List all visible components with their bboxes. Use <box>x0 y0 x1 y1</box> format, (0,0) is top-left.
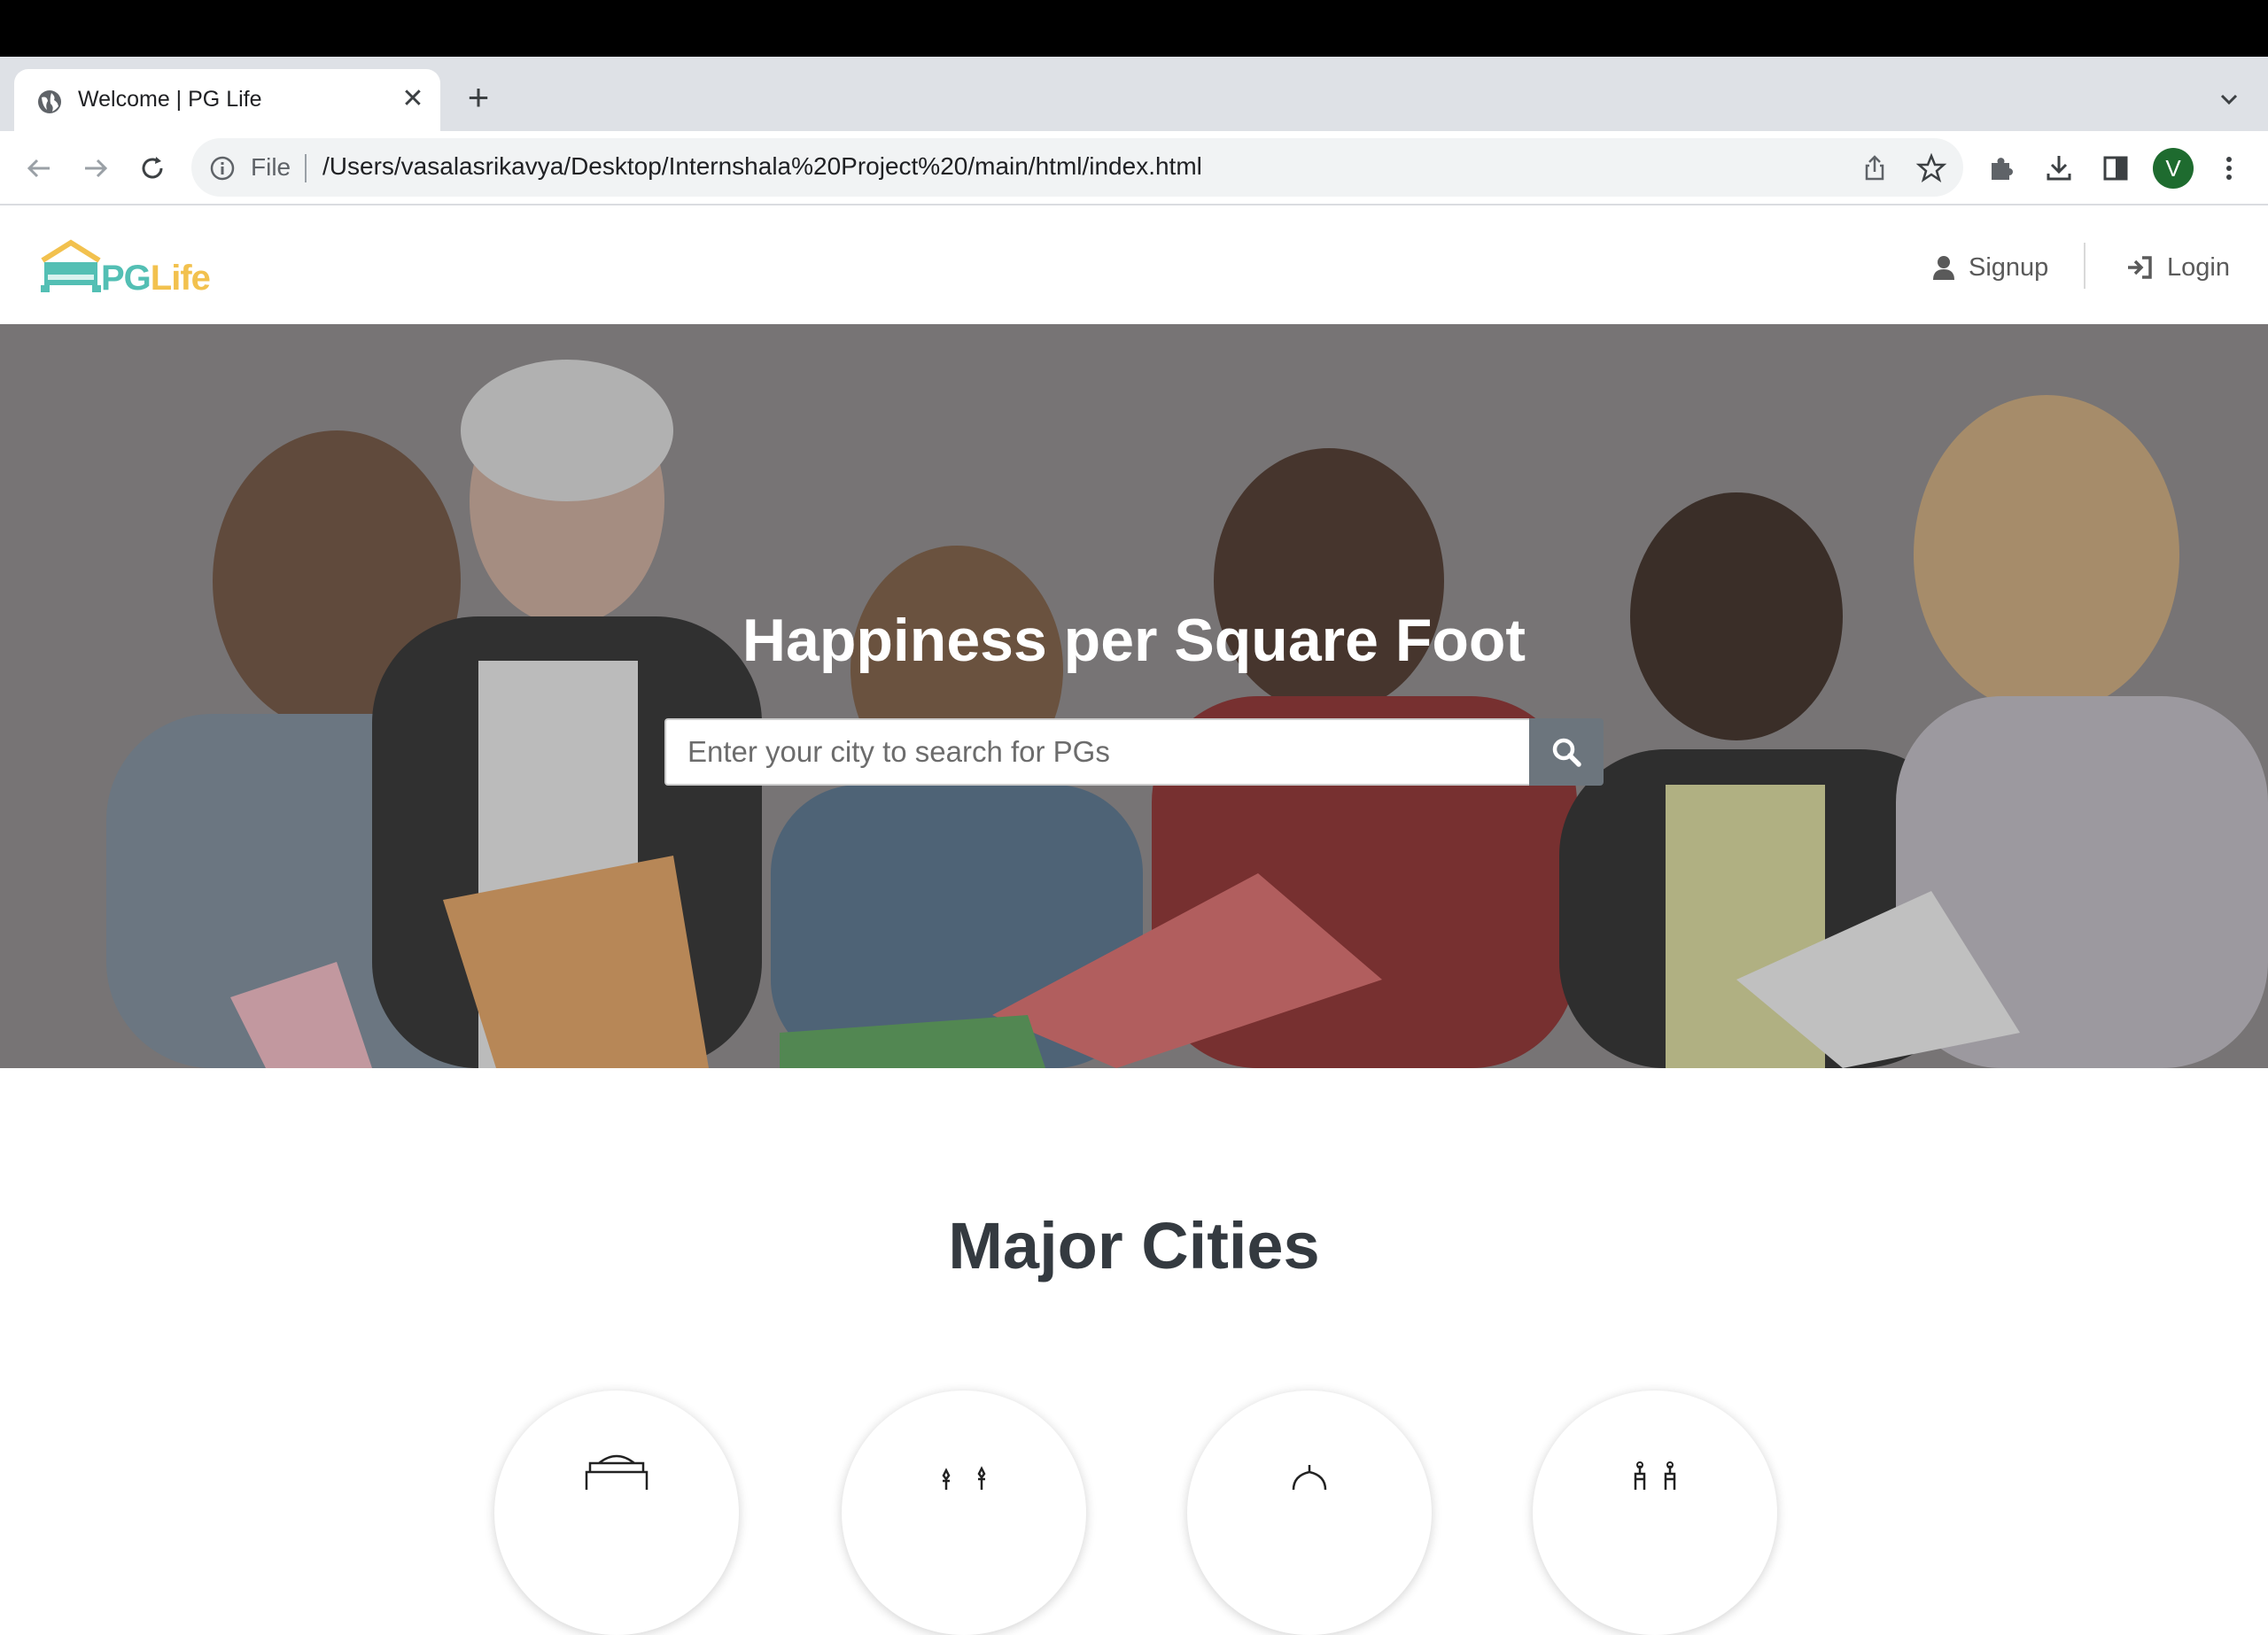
info-icon[interactable] <box>209 155 236 182</box>
search-icon <box>1552 738 1581 767</box>
sign-in-icon <box>2128 256 2152 279</box>
logo-wordmark[interactable]: PGLife <box>101 259 211 298</box>
city-card-delhi[interactable] <box>494 1391 739 1635</box>
tab-title: Welcome | PG Life <box>78 87 262 112</box>
header-divider <box>2084 243 2085 289</box>
back-arrow-icon[interactable] <box>21 151 57 186</box>
kebab-menu-icon[interactable] <box>2211 151 2247 186</box>
delhi-monument-icon <box>585 1454 649 1490</box>
bookmark-star-icon[interactable] <box>1914 151 1949 186</box>
city-card-hyderabad[interactable] <box>1533 1391 1777 1635</box>
search-button[interactable] <box>1529 718 1604 786</box>
new-tab-button[interactable]: + <box>462 79 494 116</box>
share-icon[interactable] <box>1857 151 1892 186</box>
city-card-bengaluru[interactable] <box>1187 1391 1432 1635</box>
os-top-bar <box>0 0 2268 57</box>
hero-overlay <box>0 324 2268 1068</box>
city-card-mumbai[interactable] <box>842 1391 1086 1635</box>
forward-arrow-icon[interactable] <box>78 151 113 186</box>
hyderabad-monument-icon <box>1634 1461 1676 1490</box>
url-text[interactable]: /Users/vasalasrikavya/Desktop/Internshal… <box>322 152 1202 181</box>
bengaluru-monument-icon <box>1292 1465 1327 1490</box>
browser-tab-strip: Welcome | PG Life ✕ <box>0 57 2268 131</box>
city-search-input[interactable] <box>664 718 1529 786</box>
signup-link[interactable]: Signup <box>1933 250 2048 285</box>
site-header <box>0 207 2268 324</box>
extensions-puzzle-icon[interactable] <box>1984 151 2020 186</box>
profile-avatar[interactable]: V <box>2153 148 2194 189</box>
user-icon <box>1933 256 1954 280</box>
login-link[interactable]: Login <box>2126 250 2230 285</box>
city-search-form <box>664 718 1604 786</box>
hero-title: Happiness per Square Foot <box>742 607 1526 674</box>
globe-icon <box>38 90 61 113</box>
hero-banner: Happiness per Square Foot <box>0 324 2268 1068</box>
reload-icon[interactable] <box>135 151 170 186</box>
mumbai-monument-icon <box>942 1466 986 1490</box>
url-scheme-label: File <box>251 153 291 181</box>
signup-label: Signup <box>1969 252 2049 282</box>
chevron-down-icon[interactable] <box>2215 85 2243 113</box>
close-tab-icon[interactable]: ✕ <box>399 85 427 113</box>
logo-life-text: Life <box>150 259 211 298</box>
logo-pg-text: PG <box>101 259 151 298</box>
download-icon[interactable] <box>2041 151 2077 186</box>
login-label: Login <box>2167 252 2230 282</box>
browser-tab-active[interactable]: Welcome | PG Life ✕ <box>14 69 440 131</box>
address-divider <box>305 154 307 182</box>
major-cities-heading: Major Cities <box>948 1209 1320 1282</box>
side-panel-icon[interactable] <box>2098 151 2133 186</box>
